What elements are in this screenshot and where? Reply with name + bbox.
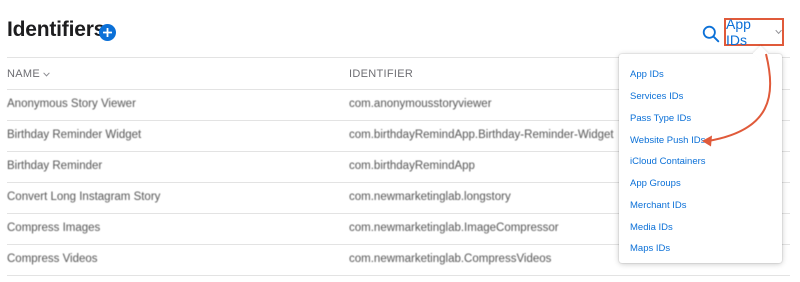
- row-name: Convert Long Instagram Story: [7, 191, 161, 203]
- row-identifier: com.newmarketinglab.CompressVideos: [349, 253, 552, 265]
- menu-item-services-ids[interactable]: Services IDs: [630, 91, 683, 102]
- row-identifier: com.newmarketinglab.ImageCompressor: [349, 222, 559, 234]
- menu-caret: [752, 45, 769, 62]
- row-name: Birthday Reminder: [7, 160, 103, 172]
- search-icon: [702, 25, 720, 43]
- page-title: Identifiers: [7, 18, 106, 41]
- menu-item-media-ids[interactable]: Media IDs: [630, 222, 673, 233]
- filter-label: App IDs: [726, 16, 751, 48]
- menu-item-app-groups[interactable]: App Groups: [630, 178, 681, 189]
- menu-item-merchant-ids[interactable]: Merchant IDs: [630, 200, 687, 211]
- row-divider: [7, 275, 790, 276]
- menu-item-icloud-containers[interactable]: iCloud Containers: [630, 156, 706, 167]
- row-identifier: com.birthdayRemindApp.Birthday-Reminder-…: [349, 129, 614, 141]
- row-identifier: com.newmarketinglab.longstory: [349, 191, 511, 203]
- row-identifier: com.birthdayRemindApp: [349, 160, 475, 172]
- column-header-name-label: NAME: [7, 68, 40, 80]
- chevron-down-icon: [43, 71, 50, 77]
- column-header-name[interactable]: NAME: [7, 68, 50, 80]
- menu-item-app-ids[interactable]: App IDs: [630, 69, 664, 80]
- row-name: Compress Videos: [7, 253, 98, 265]
- row-name: Anonymous Story Viewer: [7, 98, 136, 110]
- plus-icon: [103, 28, 112, 37]
- search-button[interactable]: [702, 25, 720, 43]
- column-header-identifier: IDENTIFIER: [349, 68, 414, 80]
- filter-dropdown-button[interactable]: App IDs: [724, 16, 784, 48]
- identifier-type-menu: App IDs Services IDs Pass Type IDs Websi…: [619, 45, 782, 263]
- row-name: Compress Images: [7, 222, 101, 234]
- menu-item-maps-ids[interactable]: Maps IDs: [630, 243, 670, 254]
- chevron-down-icon: [775, 29, 782, 35]
- row-identifier: com.anonymousstoryviewer: [349, 98, 492, 110]
- add-identifier-button[interactable]: [99, 24, 116, 41]
- row-name: Birthday Reminder Widget: [7, 129, 142, 141]
- menu-item-pass-type-ids[interactable]: Pass Type IDs: [630, 113, 691, 124]
- menu-item-website-push-ids[interactable]: Website Push IDs: [630, 135, 705, 146]
